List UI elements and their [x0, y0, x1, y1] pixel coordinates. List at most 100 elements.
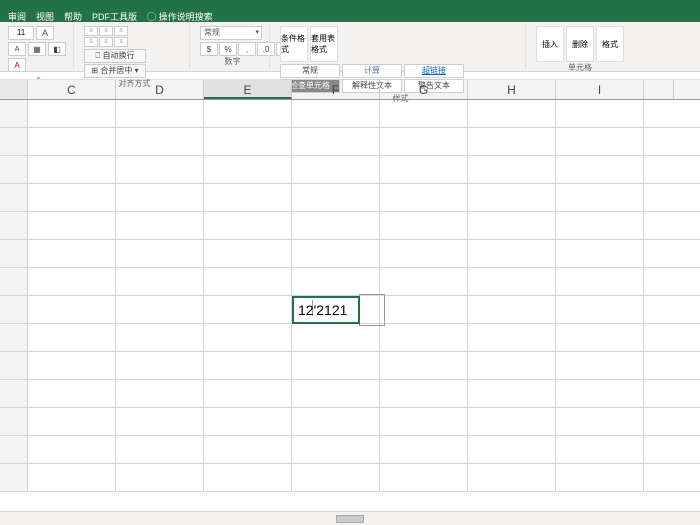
select-all-corner[interactable] — [0, 80, 28, 99]
row-header[interactable] — [0, 240, 28, 267]
style-link[interactable]: 超链接 — [404, 64, 464, 78]
cell[interactable] — [204, 212, 292, 239]
cell[interactable] — [556, 324, 644, 351]
cell[interactable] — [556, 100, 644, 127]
cell[interactable] — [380, 408, 468, 435]
cell[interactable] — [292, 352, 380, 379]
cell[interactable] — [468, 268, 556, 295]
cell[interactable] — [468, 436, 556, 463]
cell[interactable] — [292, 436, 380, 463]
cell[interactable] — [28, 380, 116, 407]
align-right-icon[interactable]: ≡ — [114, 37, 128, 47]
cell[interactable] — [204, 240, 292, 267]
comma-icon[interactable]: , — [238, 42, 256, 56]
align-middle-icon[interactable]: ≡ — [99, 26, 113, 36]
cell[interactable] — [28, 240, 116, 267]
cell[interactable] — [116, 408, 204, 435]
cell[interactable] — [468, 128, 556, 155]
row-header[interactable] — [0, 436, 28, 463]
cell[interactable] — [28, 464, 116, 491]
style-calc[interactable]: 计算 — [342, 64, 402, 78]
cell[interactable] — [116, 100, 204, 127]
cell[interactable] — [204, 156, 292, 183]
cell[interactable] — [116, 352, 204, 379]
cell[interactable] — [204, 380, 292, 407]
align-top-icon[interactable]: ≡ — [84, 26, 98, 36]
cell[interactable] — [556, 408, 644, 435]
row-header[interactable] — [0, 128, 28, 155]
cell[interactable] — [556, 352, 644, 379]
cell[interactable] — [556, 240, 644, 267]
cell[interactable] — [204, 464, 292, 491]
delete-button[interactable]: 删除 — [566, 26, 594, 62]
cell[interactable] — [292, 128, 380, 155]
cell[interactable] — [380, 240, 468, 267]
horizontal-scroll-thumb[interactable] — [336, 515, 364, 523]
cell[interactable] — [116, 240, 204, 267]
col-header-g[interactable]: G — [380, 80, 468, 99]
cell[interactable] — [116, 296, 204, 323]
col-header-f[interactable]: F — [292, 80, 380, 99]
cell[interactable] — [116, 324, 204, 351]
cell[interactable] — [380, 156, 468, 183]
cell[interactable] — [292, 156, 380, 183]
cell[interactable] — [204, 100, 292, 127]
row-header[interactable] — [0, 408, 28, 435]
cell[interactable] — [292, 100, 380, 127]
menu-tell-me[interactable]: ◯ 操作说明搜索 — [147, 10, 213, 23]
row-header[interactable] — [0, 212, 28, 239]
row-header[interactable] — [0, 296, 28, 323]
cell[interactable] — [292, 408, 380, 435]
row-header[interactable] — [0, 184, 28, 211]
active-cell-e[interactable]: 12'2121 — [292, 296, 360, 324]
col-header-d[interactable]: D — [116, 80, 204, 99]
cell[interactable] — [556, 268, 644, 295]
inc-font-icon[interactable]: A — [36, 26, 54, 40]
row-header[interactable] — [0, 352, 28, 379]
cell[interactable] — [204, 296, 292, 323]
conditional-format-button[interactable]: 条件格式 — [280, 26, 308, 62]
row-header[interactable] — [0, 156, 28, 183]
cell[interactable] — [28, 184, 116, 211]
cell[interactable] — [28, 408, 116, 435]
cell[interactable] — [292, 184, 380, 211]
cell[interactable] — [204, 436, 292, 463]
align-center-icon[interactable]: ≡ — [99, 37, 113, 47]
cell[interactable] — [204, 128, 292, 155]
col-header-h[interactable]: H — [468, 80, 556, 99]
cell[interactable] — [380, 352, 468, 379]
col-header-c[interactable]: C — [28, 80, 116, 99]
cell[interactable] — [468, 380, 556, 407]
cell[interactable] — [556, 380, 644, 407]
cell[interactable] — [468, 324, 556, 351]
cell[interactable] — [556, 464, 644, 491]
align-left-icon[interactable]: ≡ — [84, 37, 98, 47]
cell[interactable] — [116, 380, 204, 407]
inc-decimal-icon[interactable]: .0 — [257, 42, 275, 56]
currency-icon[interactable]: $ — [200, 42, 218, 56]
cell[interactable] — [28, 212, 116, 239]
cell[interactable] — [468, 464, 556, 491]
cell[interactable] — [28, 436, 116, 463]
menu-view[interactable]: 视图 — [36, 10, 54, 23]
row-header[interactable] — [0, 464, 28, 491]
cell[interactable] — [204, 184, 292, 211]
menu-pdf[interactable]: PDF工具版 — [92, 10, 137, 23]
cell[interactable] — [116, 128, 204, 155]
cell[interactable] — [380, 380, 468, 407]
cell[interactable] — [116, 184, 204, 211]
cell[interactable] — [28, 324, 116, 351]
cell[interactable] — [204, 352, 292, 379]
col-header-last[interactable] — [644, 80, 674, 99]
cell[interactable] — [380, 436, 468, 463]
percent-icon[interactable]: % — [219, 42, 237, 56]
cell[interactable] — [116, 268, 204, 295]
cell[interactable] — [556, 212, 644, 239]
cell[interactable] — [380, 324, 468, 351]
cell[interactable] — [292, 324, 380, 351]
col-header-e[interactable]: E — [204, 80, 292, 99]
row-header[interactable] — [0, 324, 28, 351]
cell[interactable] — [380, 464, 468, 491]
menu-review[interactable]: 审阅 — [8, 10, 26, 23]
cell[interactable] — [468, 156, 556, 183]
